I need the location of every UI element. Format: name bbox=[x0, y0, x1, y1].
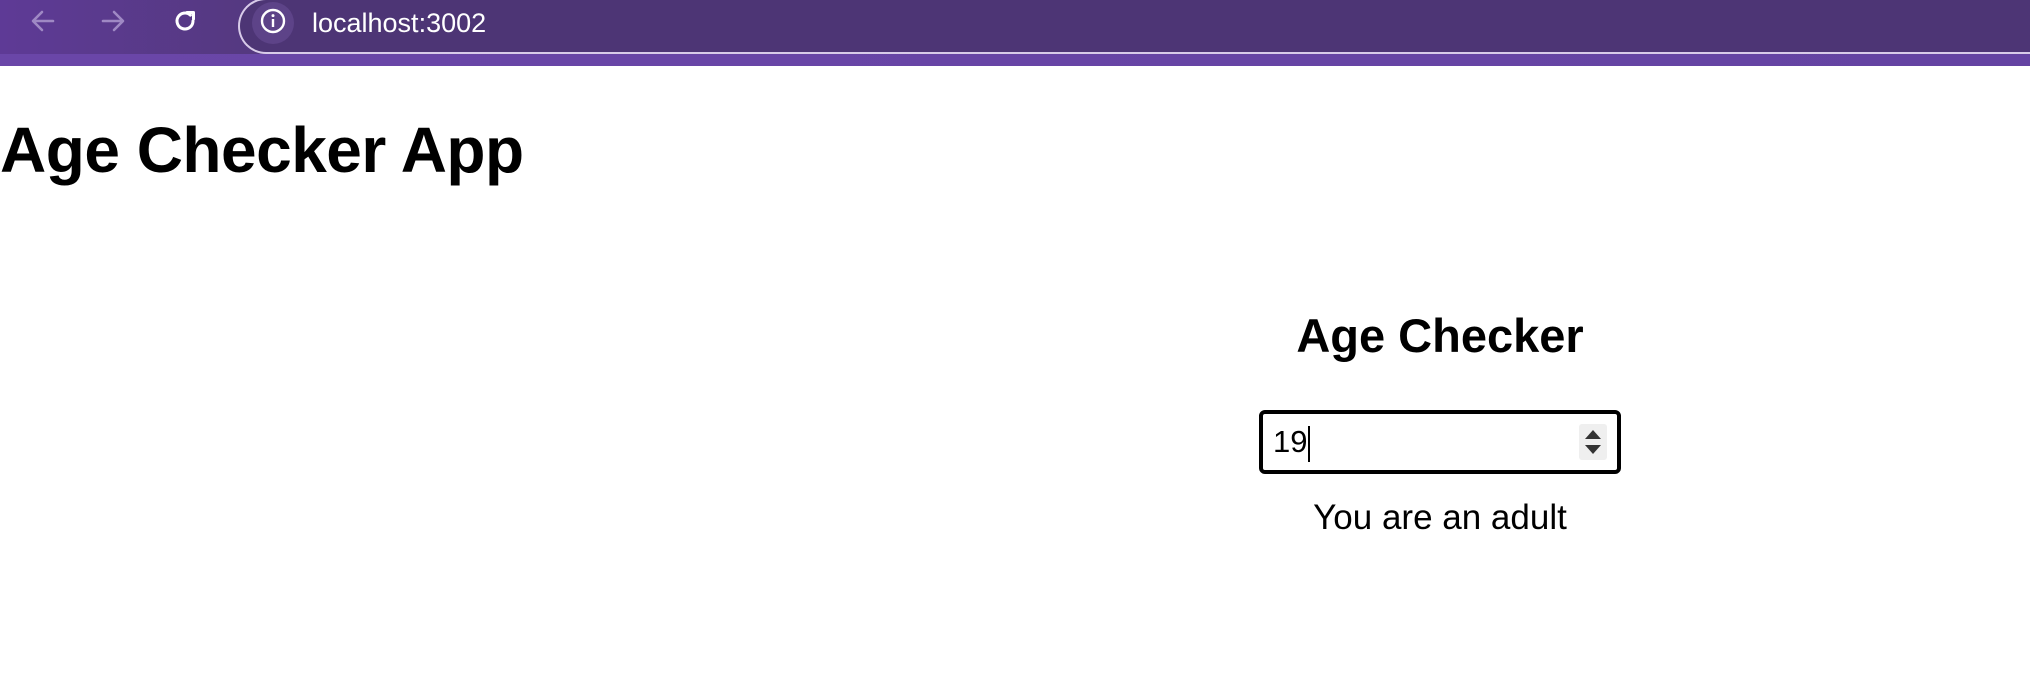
text-caret bbox=[1308, 425, 1311, 462]
age-input-value[interactable]: 19 bbox=[1273, 414, 1311, 470]
number-stepper[interactable] bbox=[1579, 424, 1607, 460]
age-result-text: You are an adult bbox=[1313, 498, 1567, 537]
forward-button[interactable] bbox=[90, 0, 136, 42]
url-text[interactable]: localhost:3002 bbox=[312, 4, 486, 42]
back-button[interactable] bbox=[20, 0, 66, 42]
info-icon bbox=[259, 7, 287, 40]
reload-icon bbox=[170, 6, 200, 36]
address-bar[interactable] bbox=[238, 0, 2030, 54]
page-title: Age Checker App bbox=[0, 114, 524, 186]
age-checker-panel: Age Checker 19 You are an adult bbox=[1240, 306, 1640, 540]
arrow-right-icon bbox=[99, 7, 127, 35]
toolbar-accent-strip bbox=[0, 54, 2030, 66]
site-info-button[interactable] bbox=[252, 2, 294, 44]
age-value-text: 19 bbox=[1273, 424, 1308, 459]
age-input-field[interactable]: 19 bbox=[1259, 410, 1621, 474]
arrow-left-icon bbox=[29, 7, 57, 35]
reload-button[interactable] bbox=[162, 0, 208, 42]
decrement-arrow-icon[interactable] bbox=[1585, 445, 1601, 454]
increment-arrow-icon[interactable] bbox=[1585, 430, 1601, 439]
age-checker-heading: Age Checker bbox=[1296, 309, 1584, 362]
